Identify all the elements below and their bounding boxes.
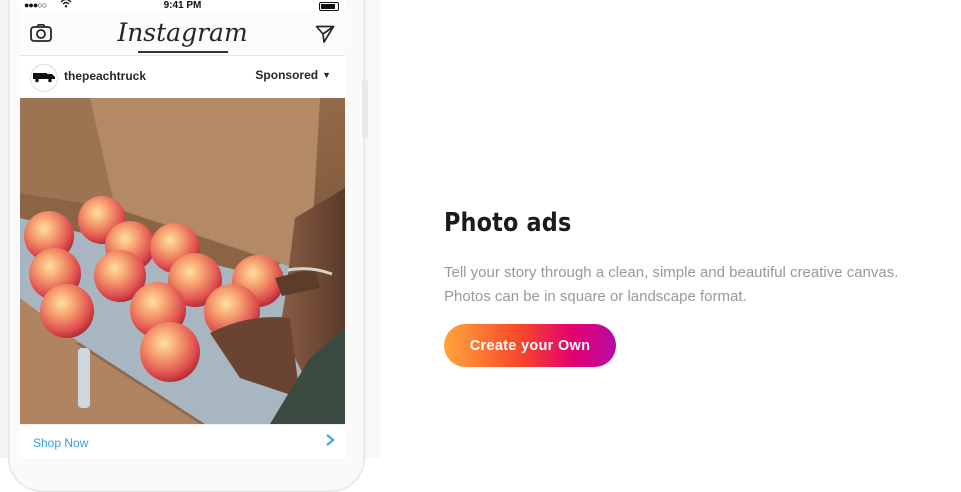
avatar[interactable] — [30, 64, 58, 92]
description-line-1: Tell your story through a clean, simple … — [444, 264, 899, 281]
create-your-own-button[interactable]: Create your Own — [444, 324, 616, 367]
post-cta-bar[interactable]: Shop Now — [20, 424, 345, 458]
truck-icon — [33, 73, 55, 83]
instagram-header: Instagram — [20, 12, 345, 56]
instagram-logo: Instagram — [117, 18, 248, 47]
sponsored-label[interactable]: Sponsored ▼ — [255, 68, 331, 82]
post-photo — [20, 98, 345, 424]
sponsored-text: Sponsored — [255, 68, 319, 82]
feature-description: Tell your story through a clean, simple … — [444, 261, 959, 309]
status-bar: ●●●○○ 9:41 PM — [20, 0, 345, 12]
phone-side-button — [362, 80, 368, 138]
description-line-2: Photos can be in square or landscape for… — [444, 288, 747, 305]
send-icon[interactable] — [315, 24, 335, 44]
status-time: 9:41 PM — [163, 0, 202, 11]
chevron-down-icon: ▼ — [322, 70, 331, 80]
shop-now-link[interactable]: Shop Now — [33, 436, 88, 450]
post-username[interactable]: thepeachtruck — [64, 69, 146, 83]
logo-underline — [138, 51, 228, 53]
battery-icon — [319, 2, 339, 11]
feature-title: Photo ads — [444, 208, 572, 238]
chevron-right-icon[interactable] — [325, 433, 335, 450]
phone-screen: ●●●○○ 9:41 PM Instagram thepeachtruck Sp… — [20, 0, 345, 458]
post-header: thepeachtruck Sponsored ▼ — [20, 56, 345, 98]
